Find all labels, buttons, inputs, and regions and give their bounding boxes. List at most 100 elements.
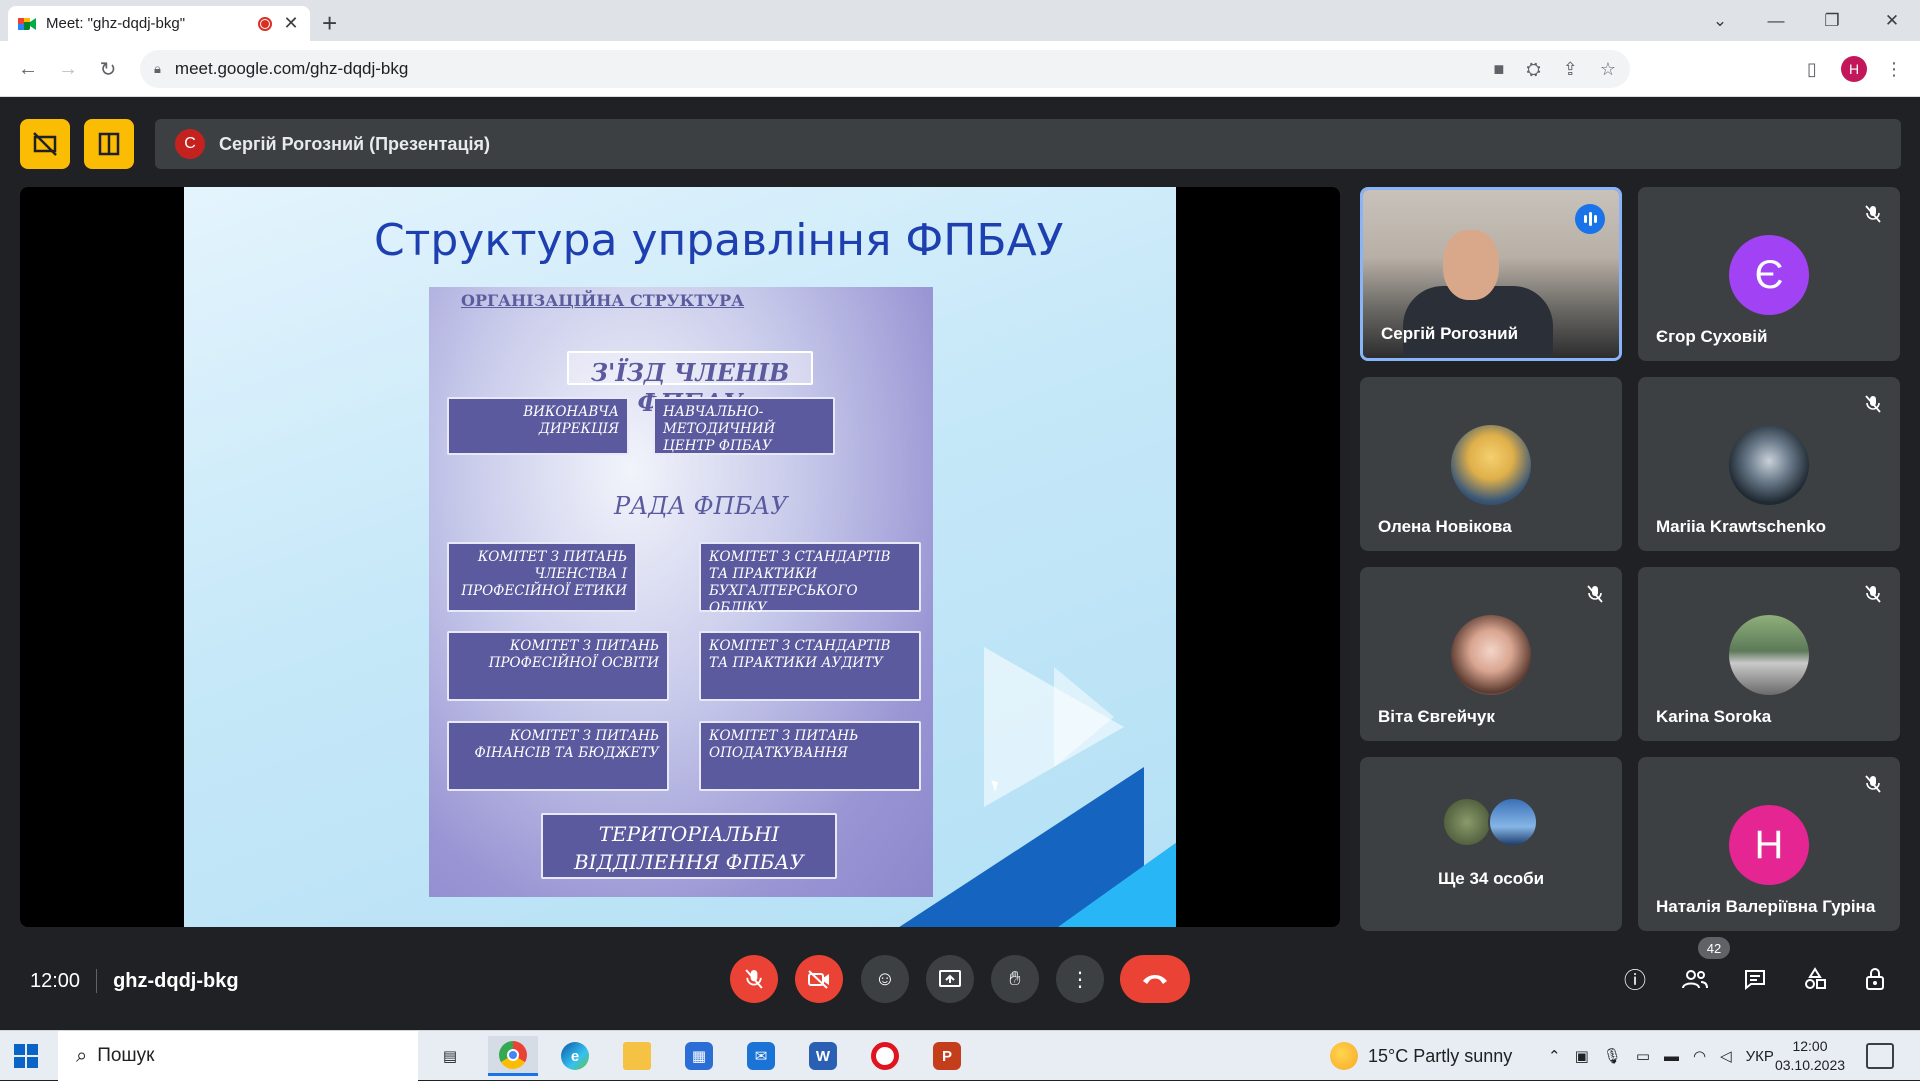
people-icon [1682,970,1708,989]
more-participants-avatars [1442,797,1538,847]
file-explorer-icon[interactable] [612,1036,662,1076]
search-icon: ⌕ [76,1044,88,1067]
taskbar-clock[interactable]: 12:00 03.10.2023 [1760,1037,1860,1075]
microphone-tray-icon[interactable]: 🎙︎ [1603,1047,1622,1065]
participant-tile[interactable]: Mariia Krawtschenko [1638,377,1900,551]
back-button[interactable]: ← [10,51,46,87]
participant-avatar [1451,425,1531,505]
mic-off-icon [1860,581,1886,607]
more-options-button[interactable]: ⋮ [1056,955,1104,1003]
show-hidden-icons-icon[interactable]: ⌃ [1548,1047,1561,1065]
address-bar[interactable]: 🔒︎ meet.google.com/ghz-dqdj-bkg ■ ⛭ ⇪ ☆ [140,50,1630,88]
reactions-button[interactable]: ☺ [861,955,909,1003]
committee-audit-box: КОМІТЕТ З СТАНДАРТІВ ТА ПРАКТИКИ АУДИТУ [699,631,921,701]
new-tab-button[interactable]: + [322,8,337,39]
task-view-icon[interactable]: ▤ [425,1036,475,1076]
slide-decoration [1044,837,1176,927]
weather-text: 15°C Partly sunny [1368,1045,1513,1066]
participant-avatar [1451,615,1531,695]
minimize-button[interactable]: — [1748,0,1804,41]
chat-button[interactable] [1735,959,1775,999]
activities-button[interactable] [1795,959,1835,999]
leave-call-button[interactable] [1120,955,1190,1003]
participant-tile[interactable]: Віта Євгейчук [1360,567,1622,741]
store-icon[interactable]: ▦ [674,1036,724,1076]
slide-decoration [1054,667,1114,767]
hand-icon: ✋︎ [1009,967,1021,990]
participant-name: Віта Євгейчук [1378,707,1495,726]
windows-start-icon[interactable] [14,1044,38,1068]
partly-sunny-icon [1330,1042,1358,1070]
display-tray-icon[interactable]: ▭ [1636,1047,1650,1065]
participant-tile[interactable]: Сергій Рогозний [1360,187,1622,361]
profile-button[interactable]: H [1836,51,1872,87]
meeting-details-button[interactable]: ⓘ [1615,959,1655,999]
google-meet-icon [18,16,36,32]
training-center-box: НАВЧАЛЬНО-МЕТОДИЧНИЙ ЦЕНТР ФПБАУ [653,397,835,455]
stop-presenting-view-button[interactable] [20,119,70,169]
weather-widget[interactable]: 15°C Partly sunny [1330,1031,1512,1081]
present-button[interactable] [926,955,974,1003]
battery-icon[interactable]: ▬ [1664,1048,1679,1065]
people-button[interactable] [1675,959,1715,999]
mail-icon[interactable]: ✉ [736,1036,786,1076]
participant-tile[interactable]: Олена Новікова [1360,377,1622,551]
opera-icon[interactable] [860,1036,910,1076]
chrome-icon[interactable] [488,1036,538,1076]
chat-icon [1745,970,1765,990]
presenter-label: Сергій Рогозний (Презентація) [219,133,491,154]
wifi-icon[interactable]: ◠ [1693,1047,1706,1065]
tab-title: Meet: "ghz-dqdj-bkg" [46,15,186,32]
committee-finance-box: КОМІТЕТ З ПИТАНЬ ФІНАНСІВ ТА БЮДЖЕТУ [447,721,669,791]
bookmark-star-icon[interactable]: ☆ [1600,59,1616,80]
browser-menu-icon[interactable]: ⋮ [1876,51,1912,87]
mic-toggle-button[interactable] [730,955,778,1003]
participant-tile[interactable]: Н Наталія Валеріївна Гуріна [1638,757,1900,931]
share-icon[interactable]: ⇪ [1563,59,1578,80]
browser-tab[interactable]: Meet: "ghz-dqdj-bkg" ✕ [8,6,310,41]
layout-toggle-button[interactable] [84,119,134,169]
camera-tray-icon[interactable]: ▣ [1575,1047,1589,1065]
meeting-code: ghz-dqdj-bkg [113,969,239,992]
participant-tile[interactable]: Є Єгор Суховій [1638,187,1900,361]
translate-icon[interactable]: ⛭ [1526,59,1540,80]
mic-off-icon [745,969,763,989]
host-controls-button[interactable] [1855,959,1895,999]
volume-icon[interactable]: ◁ [1720,1047,1732,1065]
raise-hand-button[interactable]: ✋︎ [991,955,1039,1003]
word-icon[interactable]: W [798,1036,848,1076]
more-vert-icon: ⋮ [1070,968,1090,991]
close-window-button[interactable]: ✕ [1864,0,1920,41]
tab-search-icon[interactable]: ⌄ [1692,0,1748,41]
camera-toggle-button[interactable] [795,955,843,1003]
reload-button[interactable]: ↻ [90,51,126,87]
more-participants-tile[interactable]: Ще 34 особи [1360,757,1622,931]
notifications-icon[interactable] [1866,1043,1894,1069]
mic-off-icon [1860,771,1886,797]
slide-title: Структура управління ФПБАУ [374,215,1064,266]
participant-name: Mariia Krawtschenko [1656,517,1827,536]
camera-in-use-icon[interactable]: ■ [1493,59,1504,80]
taskbar-search[interactable]: ⌕ Пошук [58,1031,418,1081]
activities-icon [1805,967,1826,989]
exec-direction-box: ВИКОНАВЧА ДИРЕКЦІЯ [447,397,629,455]
forward-button[interactable]: → [50,51,86,87]
powerpoint-icon[interactable]: P [922,1036,972,1076]
no-presentation-icon [33,132,57,156]
participant-tile[interactable]: Karina Soroka [1638,567,1900,741]
participant-face [1443,230,1499,300]
committee-education-box: КОМІТЕТ З ПИТАНЬ ПРОФЕСІЙНОЇ ОСВІТИ [447,631,669,701]
meet-main: С Сергій Рогозний (Презентація) Структур… [0,97,1920,1030]
meeting-info: 12:00 ghz-dqdj-bkg [30,969,239,993]
tab-close-icon[interactable]: ✕ [282,13,300,34]
participant-name: Наталія Валеріївна Гуріна [1656,897,1876,916]
maximize-button[interactable]: ❐ [1804,0,1860,41]
participant-avatar [1442,797,1492,847]
speaking-indicator-icon [1575,204,1605,234]
slide: Структура управління ФПБАУ ОРГАНІЗАЦІЙНА… [184,187,1176,927]
side-panel-icon[interactable]: ▯ [1794,51,1830,87]
emoji-icon: ☺ [874,967,896,990]
windows-taskbar: ⌕ Пошук ▤ e ▦ ✉ W P 15°C Partly sunny ⌃ … [0,1030,1920,1081]
edge-icon[interactable]: e [550,1036,600,1076]
org-chart: ОРГАНІЗАЦІЙНА СТРУКТУРА З'ЇЗД ЧЛЕНІВ ФПБ… [429,287,933,897]
